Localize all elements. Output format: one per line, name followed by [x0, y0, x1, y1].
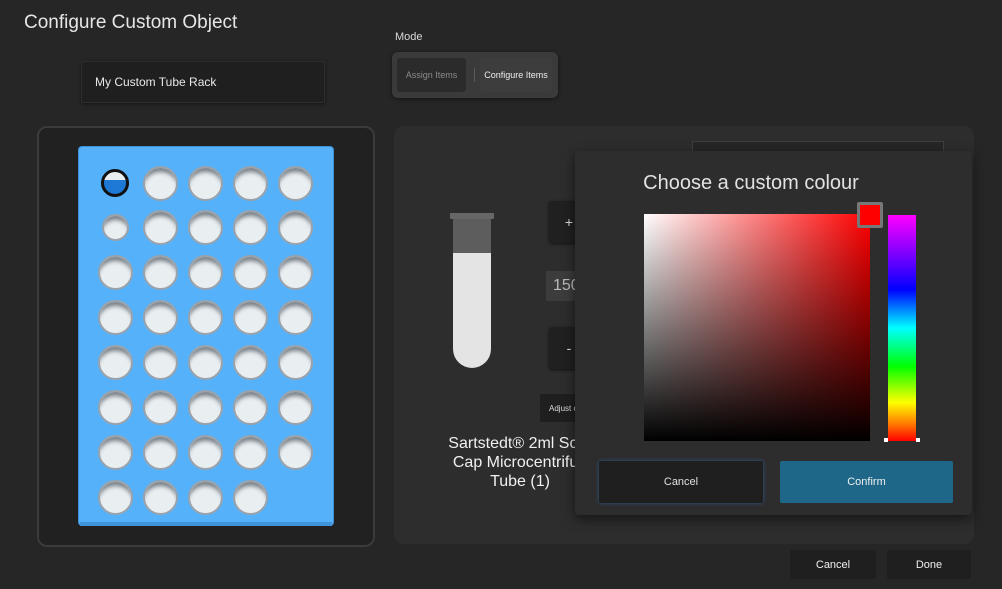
mode-label: Mode — [395, 31, 423, 43]
saturation-value-picker[interactable] — [644, 214, 870, 441]
hue-slider-handle-left[interactable] — [884, 438, 888, 442]
mode-configure-items-button[interactable]: Configure Items — [480, 58, 552, 92]
rack-well[interactable] — [187, 254, 223, 290]
rack-well[interactable] — [187, 299, 223, 335]
rack-well[interactable] — [232, 165, 268, 201]
rack-well[interactable] — [97, 254, 133, 290]
rack-well[interactable] — [277, 299, 313, 335]
rack-well[interactable] — [97, 344, 133, 380]
dialog-title: Configure Custom Object — [24, 12, 238, 33]
rack-well[interactable] — [187, 209, 223, 245]
rack-well[interactable] — [187, 165, 223, 201]
rack-well[interactable] — [97, 434, 133, 470]
color-cancel-button[interactable]: Cancel — [599, 461, 763, 503]
rack-well[interactable] — [97, 299, 133, 335]
rack-well[interactable] — [142, 165, 178, 201]
mode-toggle: Assign Items Configure Items — [392, 52, 558, 98]
rack-well[interactable] — [232, 479, 268, 515]
rack-well[interactable] — [232, 209, 268, 245]
rack-well[interactable] — [232, 434, 268, 470]
rack-well[interactable] — [101, 213, 129, 241]
rack-well[interactable] — [142, 254, 178, 290]
rack-well[interactable] — [277, 254, 313, 290]
tube-preview — [453, 253, 491, 368]
rack-well[interactable] — [277, 344, 313, 380]
rack-well[interactable] — [277, 434, 313, 470]
rack-well[interactable] — [187, 344, 223, 380]
rack-well[interactable] — [277, 165, 313, 201]
rack-well[interactable] — [277, 209, 313, 245]
mode-assign-items-button[interactable]: Assign Items — [397, 58, 466, 92]
rack-well[interactable] — [232, 299, 268, 335]
rack-well[interactable] — [142, 434, 178, 470]
color-confirm-button[interactable]: Confirm — [780, 461, 953, 503]
rack-well[interactable] — [97, 479, 133, 515]
color-picker-title: Choose a custom colour — [643, 172, 859, 194]
rack-well[interactable] — [232, 389, 268, 425]
rack-well[interactable] — [97, 389, 133, 425]
rack-well[interactable] — [142, 389, 178, 425]
rack-well[interactable] — [187, 389, 223, 425]
tube-rack-lip — [80, 522, 332, 526]
done-button[interactable]: Done — [887, 550, 971, 579]
hue-slider[interactable] — [888, 215, 916, 441]
rack-well[interactable] — [187, 434, 223, 470]
object-name-input[interactable] — [81, 61, 325, 103]
rack-well[interactable] — [142, 344, 178, 380]
color-picker-handle[interactable] — [857, 202, 883, 228]
cancel-button[interactable]: Cancel — [790, 550, 876, 579]
rack-well[interactable] — [142, 299, 178, 335]
mode-divider — [474, 68, 475, 82]
rack-well-selected[interactable] — [101, 169, 129, 197]
hue-slider-handle-right[interactable] — [916, 438, 920, 442]
rack-well[interactable] — [142, 209, 178, 245]
tube-top — [453, 219, 491, 253]
rack-well[interactable] — [277, 389, 313, 425]
rack-well[interactable] — [187, 479, 223, 515]
rack-well[interactable] — [232, 344, 268, 380]
rack-well[interactable] — [232, 254, 268, 290]
rack-well[interactable] — [142, 479, 178, 515]
